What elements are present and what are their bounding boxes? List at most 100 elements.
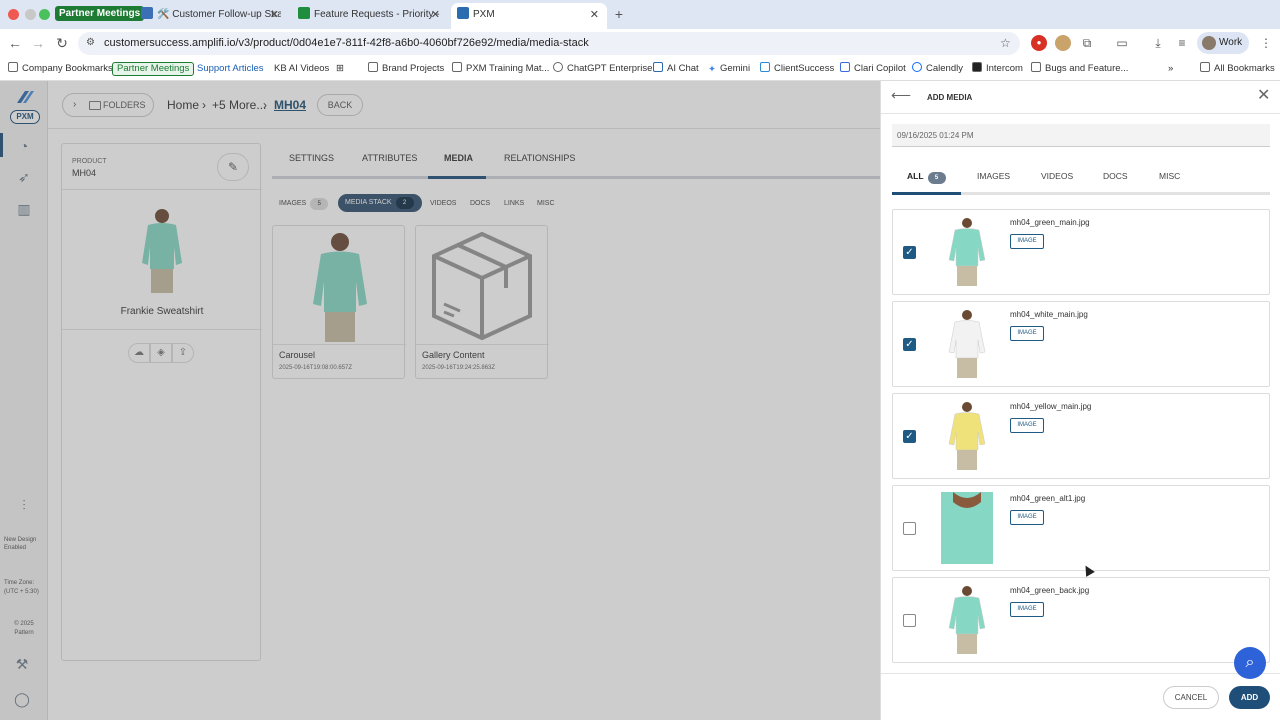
folder-icon: [368, 62, 378, 72]
bookmark-company-bookmarks[interactable]: Company Bookmarks: [8, 61, 113, 77]
select-checkbox[interactable]: [903, 614, 916, 627]
panel-header: ⟵ ADD MEDIA ✕: [881, 81, 1280, 114]
tab-label: Feature Requests - Priority -: [314, 9, 440, 20]
avatar: [1202, 36, 1216, 50]
reload-icon[interactable]: ↻: [53, 34, 71, 52]
tab-images[interactable]: IMAGES: [977, 171, 1010, 181]
modal-backdrop[interactable]: [0, 81, 880, 720]
tab-search-icon[interactable]: ≡: [1174, 35, 1190, 51]
select-checkbox[interactable]: ✓: [903, 246, 916, 259]
tab-customer-follow-up[interactable]: 🛠️ Customer Follow-up Strat ✕: [141, 4, 281, 26]
forward-icon[interactable]: →: [29, 34, 47, 52]
site-info-icon[interactable]: ⚙: [86, 37, 95, 48]
amplifi-favicon-icon: [457, 7, 469, 19]
bookmark-calendly[interactable]: Calendly: [912, 61, 963, 77]
bookmark-kb-ai-videos[interactable]: KB AI Videos: [274, 61, 329, 77]
select-checkbox[interactable]: ✓: [903, 430, 916, 443]
tab-pxm[interactable]: PXM ✕: [451, 3, 607, 29]
profile-button[interactable]: Work: [1197, 32, 1249, 54]
extension-red-icon[interactable]: ●: [1031, 35, 1047, 51]
folder-icon: [1200, 62, 1210, 72]
browser-toolbar: ← → ↻ ⚙ customersuccess.amplifi.io/v3/pr…: [0, 29, 1280, 58]
media-filename: mh04_green_main.jpg: [1010, 218, 1090, 227]
panel-footer: CANCEL ADD: [881, 673, 1280, 720]
media-type-badge: IMAGE: [1010, 510, 1044, 525]
bookmark-label: Bugs and Feature...: [1045, 63, 1129, 74]
close-tab-icon[interactable]: ✕: [431, 4, 440, 26]
bookmark-pxm-training[interactable]: PXM Training Mat...: [452, 61, 549, 77]
close-tab-icon[interactable]: ✕: [270, 4, 279, 26]
bookmarks-bar: Company Bookmarks Partner Meetings Suppo…: [0, 58, 1280, 81]
back-icon[interactable]: ←: [6, 34, 24, 52]
tab-docs[interactable]: DOCS: [1103, 171, 1128, 181]
bookmark-chatgpt[interactable]: ChatGPT Enterprise: [553, 61, 652, 77]
bookmark-partner-meetings[interactable]: Partner Meetings: [112, 62, 195, 76]
select-checkbox[interactable]: ✓: [903, 338, 916, 351]
arrow-left-icon[interactable]: ⟵: [891, 87, 911, 104]
bookmark-gemini[interactable]: ✦ Gemini: [708, 61, 750, 77]
download-icon[interactable]: ⤓: [1150, 35, 1166, 51]
media-filename: mh04_yellow_main.jpg: [1010, 402, 1092, 411]
apps-grid-icon[interactable]: ⊞: [336, 61, 344, 77]
bookmark-ai-chat[interactable]: AI Chat: [653, 61, 699, 77]
folder-icon: [452, 62, 462, 72]
select-checkbox[interactable]: [903, 522, 916, 535]
media-filename: mh04_green_alt1.jpg: [1010, 494, 1086, 503]
bookmark-clari-copilot[interactable]: Clari Copilot: [840, 61, 906, 77]
intercom-icon: [972, 62, 982, 72]
bookmark-label: Gemini: [719, 63, 751, 74]
cancel-button[interactable]: CANCEL: [1163, 686, 1219, 709]
tab-label: 🛠️ Customer Follow-up Strat: [157, 9, 281, 20]
tab-label: ALL: [907, 171, 924, 181]
browser-menu-icon[interactable]: ⋮: [1258, 35, 1274, 51]
media-type-badge: IMAGE: [1010, 234, 1044, 249]
address-bar[interactable]: ⚙ customersuccess.amplifi.io/v3/product/…: [78, 32, 1020, 55]
bookmark-brand-projects[interactable]: Brand Projects: [368, 61, 444, 77]
bookmark-label: Calendly: [926, 63, 963, 74]
extensions-puzzle-icon[interactable]: ⧉: [1079, 35, 1095, 51]
tab-all[interactable]: ALL 5: [907, 171, 946, 184]
more-bookmarks-icon[interactable]: »: [1168, 61, 1173, 77]
active-tab-indicator: [892, 192, 961, 195]
sheets-favicon-icon: [298, 7, 310, 19]
panel-title: ADD MEDIA: [927, 93, 973, 102]
media-item[interactable]: ✓ mh04_yellow_main.jpg IMAGE: [892, 393, 1270, 479]
bookmark-bugs-and-feature[interactable]: Bugs and Feature...: [1031, 61, 1128, 77]
media-type-badge: IMAGE: [1010, 418, 1044, 433]
clari-icon: [840, 62, 850, 72]
media-item[interactable]: ✓ mh04_green_main.jpg IMAGE: [892, 209, 1270, 295]
add-button[interactable]: ADD: [1229, 686, 1270, 709]
extension-cookie-icon[interactable]: [1055, 35, 1071, 51]
bookmark-label: AI Chat: [667, 63, 699, 74]
search-fab-icon[interactable]: ⌕: [1234, 647, 1266, 679]
media-item[interactable]: ✓ mh04_white_main.jpg IMAGE: [892, 301, 1270, 387]
tab-feature-requests[interactable]: Feature Requests - Priority - ✕: [298, 4, 442, 26]
bookmark-star-icon[interactable]: ☆: [1000, 36, 1011, 50]
profile-label: Work: [1219, 37, 1243, 48]
media-thumbnail: [941, 492, 993, 564]
tab-group-partner-meetings[interactable]: Partner Meetings: [55, 6, 145, 21]
media-thumbnail: [948, 586, 986, 654]
bookmark-clientsuccess[interactable]: ClientSuccess: [760, 61, 834, 77]
maximize-window-button[interactable]: [39, 9, 50, 20]
close-icon[interactable]: ✕: [1257, 85, 1270, 105]
close-window-button[interactable]: [8, 9, 19, 20]
url-text[interactable]: customersuccess.amplifi.io/v3/product/0d…: [104, 32, 589, 55]
close-tab-icon[interactable]: ✕: [590, 3, 599, 27]
count-badge: 5: [927, 172, 946, 184]
media-item[interactable]: mh04_green_back.jpg IMAGE: [892, 577, 1270, 663]
tab-label: PXM: [473, 9, 495, 20]
bookmark-all-bookmarks[interactable]: All Bookmarks: [1200, 61, 1275, 77]
media-filename: mh04_green_back.jpg: [1010, 586, 1090, 595]
bookmark-support-articles[interactable]: Support Articles: [197, 61, 264, 77]
minimize-window-button[interactable]: [25, 9, 36, 20]
tab-misc[interactable]: MISC: [1159, 171, 1180, 181]
tab-videos[interactable]: VIDEOS: [1041, 171, 1073, 181]
date-field[interactable]: 09/16/2025 01:24 PM: [892, 124, 1270, 147]
bookmark-intercom[interactable]: Intercom: [972, 61, 1023, 77]
cast-icon[interactable]: ▭: [1114, 35, 1130, 51]
new-tab-button[interactable]: +: [610, 5, 628, 23]
media-item[interactable]: mh04_green_alt1.jpg IMAGE: [892, 485, 1270, 571]
bookmark-label: Company Bookmarks: [22, 63, 113, 74]
add-media-panel: ⟵ ADD MEDIA ✕ 09/16/2025 01:24 PM ALL 5 I…: [880, 81, 1280, 720]
